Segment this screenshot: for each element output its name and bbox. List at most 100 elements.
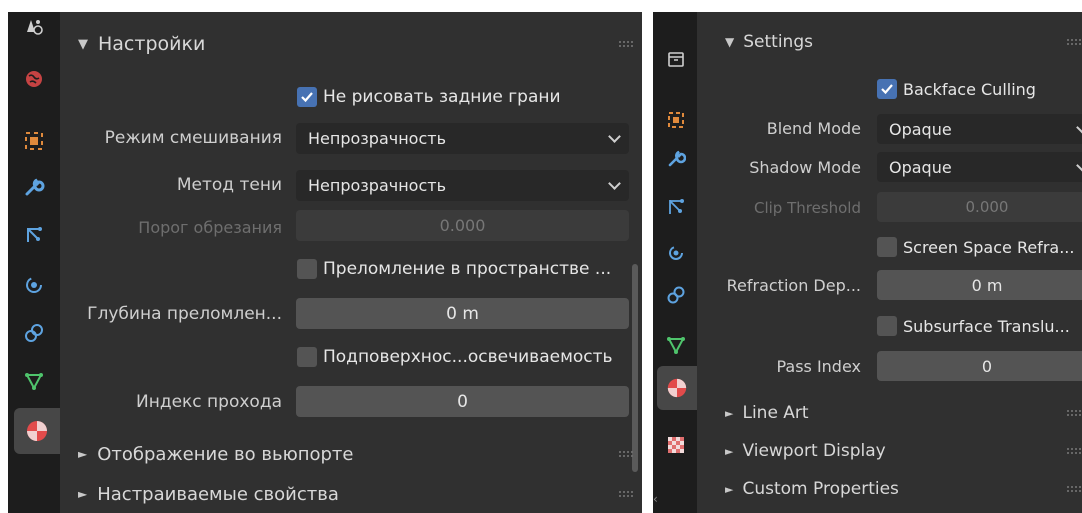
screen-space-refraction-checkbox[interactable]: Преломление в пространстве ... [297,256,611,282]
caret-right-icon: ► [78,447,88,461]
backface-culling-checkbox[interactable]: Не рисовать задние грани [297,84,561,110]
collection-icon[interactable] [659,42,693,76]
caret-down-icon: ▼ [78,36,88,52]
shadow-mode-dropdown[interactable]: Opaque [877,152,1082,182]
caret-right-icon: ► [725,406,734,420]
screen-space-refraction-checkbox[interactable]: Screen Space Refra... [877,234,1074,260]
drag-grip-icon[interactable] [618,450,634,458]
blend-mode-value: Opaque [889,119,952,139]
checkbox-checked-icon[interactable] [297,87,317,107]
custom-properties-header-label: Настраиваемые свойства [97,483,339,505]
checkbox-checked-icon[interactable] [877,79,897,99]
material-icon[interactable] [657,366,697,410]
pass-index-label: Pass Index [776,357,861,376]
chevron-left-icon[interactable]: ‹ [653,492,658,506]
line-art-section-header[interactable]: ► Line Art [697,398,1082,428]
caret-right-icon: ► [78,487,88,501]
caret-down-icon: ▼ [725,35,735,49]
drag-grip-icon[interactable] [618,40,634,48]
viewport-display-header-label: Viewport Display [742,441,886,461]
refraction-depth-field[interactable]: 0 m [296,298,629,329]
properties-content: ▼ Настройки Не рисовать задние грани Реж… [60,12,642,513]
modifier-wrench-icon[interactable] [659,142,693,176]
object-icon[interactable] [659,104,693,136]
custom-properties-header-label: Custom Properties [742,479,899,499]
settings-header-label: Settings [743,32,813,52]
checkbox-unchecked-icon[interactable] [877,237,897,257]
checkbox-unchecked-icon[interactable] [297,259,317,279]
properties-content: ▼ Settings Backface Culling Blend Mode O… [697,12,1082,513]
clip-threshold-field[interactable]: 0.000 [877,192,1082,222]
object-data-icon[interactable] [16,364,52,398]
custom-properties-section-header[interactable]: ► Custom Properties [697,474,1082,504]
clip-threshold-value: 0.000 [965,198,1009,216]
blend-mode-value: Непрозрачность [308,129,446,148]
clip-threshold-field[interactable]: 0.000 [296,210,629,241]
material-icon[interactable] [14,408,60,454]
subsurface-translucency-checkbox[interactable]: Подповерхнос...освечиваемость [297,344,613,370]
blend-mode-dropdown[interactable]: Opaque [877,114,1082,144]
screen-space-refraction-label: Преломление в пространстве ... [323,259,612,279]
drag-grip-icon[interactable] [1066,409,1082,417]
backface-culling-label: Backface Culling [903,79,1036,99]
refraction-depth-value: 0 m [971,275,1003,295]
object-data-icon[interactable] [659,328,693,362]
clip-threshold-value: 0.000 [439,216,486,235]
object-icon[interactable] [16,124,52,158]
checkbox-unchecked-icon[interactable] [877,316,897,336]
refraction-depth-value: 0 m [446,303,479,324]
backface-culling-checkbox[interactable]: Backface Culling [877,76,1036,102]
settings-section-header[interactable]: ▼ Настройки [60,26,642,62]
shadow-method-value: Непрозрачность [308,176,446,195]
scene-icon[interactable] [16,12,52,42]
viewport-display-header-label: Отображение во вьюпорте [97,443,354,465]
shadow-mode-label: Shadow Mode [749,158,861,177]
line-art-header-label: Line Art [742,403,809,423]
world-icon[interactable] [16,64,52,94]
drag-grip-icon[interactable] [1066,485,1082,493]
drag-grip-icon[interactable] [1066,38,1082,46]
shadow-method-label: Метод тени [176,175,282,195]
pass-index-value: 0 [981,356,993,376]
refraction-depth-field[interactable]: 0 m [877,270,1082,300]
pass-index-field[interactable]: 0 [877,351,1082,381]
blend-mode-dropdown[interactable]: Непрозрачность [296,123,629,154]
physics-icon[interactable] [16,268,52,302]
properties-panel-english: ‹ ▼ Settings Backface Culling Blend Mode… [653,12,1082,513]
pass-index-value: 0 [457,391,468,412]
clip-threshold-label: Clip Threshold [753,199,861,217]
chevron-down-icon [608,177,621,190]
subsurface-translucency-label: Subsurface Translu... [903,316,1070,336]
viewport-display-section-header[interactable]: ► Viewport Display [697,436,1082,466]
blend-mode-label: Blend Mode [766,119,861,138]
chevron-down-icon [608,130,621,143]
particles-icon[interactable] [16,218,52,252]
pass-index-field[interactable]: 0 [296,386,629,417]
backface-culling-label: Не рисовать задние грани [323,87,561,107]
drag-grip-icon[interactable] [1066,447,1082,455]
settings-section-header[interactable]: ▼ Settings [697,26,1082,58]
checkbox-unchecked-icon[interactable] [297,347,317,367]
properties-tab-bar: ‹ [653,12,697,513]
physics-icon[interactable] [659,236,693,270]
custom-properties-section-header[interactable]: ► Настраиваемые свойства [60,478,642,510]
caret-right-icon: ► [725,482,734,496]
particles-icon[interactable] [659,190,693,224]
constraints-icon[interactable] [16,316,52,350]
texture-icon[interactable] [659,428,693,462]
settings-header-label: Настройки [98,33,206,55]
viewport-display-section-header[interactable]: ► Отображение во вьюпорте [60,438,642,470]
pass-index-label: Индекс прохода [135,392,282,412]
properties-panel-russian: ▼ Настройки Не рисовать задние грани Реж… [8,12,642,513]
drag-grip-icon[interactable] [618,490,634,498]
chevron-down-icon [1076,120,1082,134]
screen-space-refraction-label: Screen Space Refra... [903,237,1075,257]
chevron-down-icon [1076,158,1082,172]
properties-tab-bar [8,12,60,513]
caret-right-icon: ► [725,444,734,458]
clip-threshold-label: Порог обрезания [138,218,282,237]
shadow-method-dropdown[interactable]: Непрозрачность [296,170,629,201]
constraints-icon[interactable] [659,278,693,312]
modifier-wrench-icon[interactable] [16,170,52,204]
subsurface-translucency-checkbox[interactable]: Subsurface Translu... [877,313,1070,339]
